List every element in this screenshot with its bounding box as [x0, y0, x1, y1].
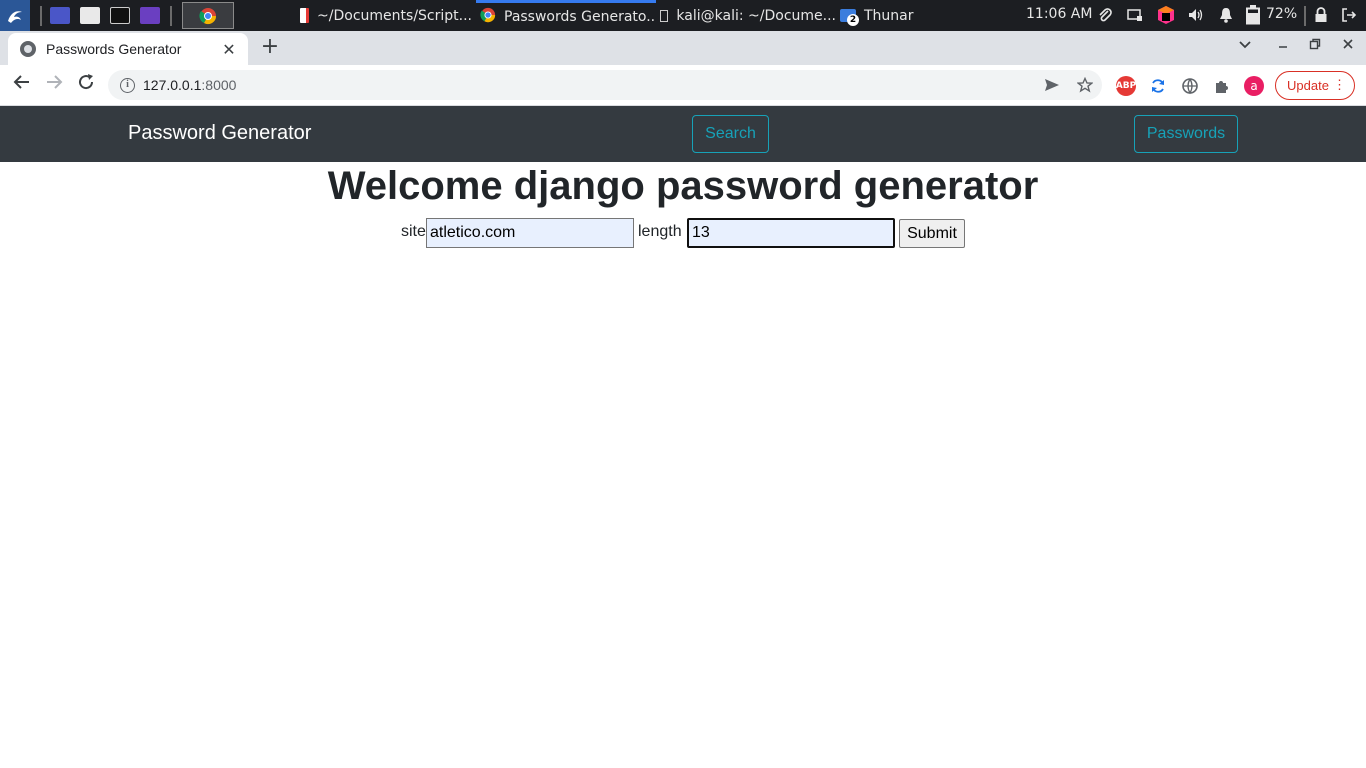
tab-title: Passwords Generator: [46, 41, 182, 57]
os-taskbar: ~/Documents/Script... Passwords Generato…: [0, 0, 1366, 31]
restore-window-icon[interactable]: [1303, 37, 1327, 59]
kebab-menu-icon[interactable]: ⋮: [1333, 77, 1346, 93]
url-host: 127.0.0.1: [143, 77, 202, 93]
screen-recorder-icon[interactable]: [140, 7, 160, 24]
browser-tab-strip: Passwords Generator ✕ +: [0, 31, 1366, 65]
site-info-icon[interactable]: i: [120, 77, 135, 93]
vpn-globe-extension-icon[interactable]: [1180, 76, 1200, 96]
taskbar-window-label: ~/Documents/Script...: [317, 7, 472, 24]
logout-icon[interactable]: [1341, 7, 1357, 23]
site-input[interactable]: atletico.com: [426, 218, 634, 248]
length-label: length: [638, 223, 682, 240]
show-desktop-icon[interactable]: [50, 7, 70, 24]
back-arrow-icon[interactable]: [9, 73, 35, 97]
taskbar-window-editor[interactable]: ~/Documents/Script...: [296, 0, 472, 31]
battery-icon[interactable]: [1244, 5, 1262, 25]
address-bar[interactable]: i 127.0.0.1:8000: [108, 70, 1102, 100]
terminal-icon[interactable]: [110, 7, 130, 24]
window-count-badge: 2: [847, 14, 859, 26]
lock-icon[interactable]: [1313, 7, 1329, 23]
globe-favicon-icon: [20, 41, 36, 57]
browser-toolbar: i 127.0.0.1:8000 ABP a Update ⋮: [0, 65, 1366, 106]
close-window-icon[interactable]: [1336, 37, 1360, 59]
chrome-launcher-icon[interactable]: [182, 2, 234, 29]
update-label: Update: [1287, 78, 1329, 93]
page-title: Welcome django password generator: [327, 164, 1039, 208]
battery-percent: 72%: [1266, 6, 1298, 22]
file-manager-icon[interactable]: [80, 7, 100, 24]
clock[interactable]: 11:06 AM: [1026, 6, 1092, 22]
tab-close-icon[interactable]: ✕: [220, 40, 238, 59]
tab-search-chevron-icon[interactable]: [1233, 37, 1257, 59]
taskbar-window-label: kali@kali: ~/Docume...: [676, 7, 836, 24]
tab-passwords-generator[interactable]: Passwords Generator ✕: [8, 33, 248, 65]
text-editor-icon: [300, 8, 310, 23]
jetbrains-toolbox-icon[interactable]: [1156, 5, 1176, 25]
chrome-icon: [480, 7, 496, 27]
navbar-brand[interactable]: Password Generator: [128, 122, 311, 145]
terminal-icon: [660, 9, 669, 22]
passwords-button[interactable]: Passwords: [1134, 115, 1238, 153]
volume-icon[interactable]: [1188, 7, 1204, 23]
taskbar-window-label: Thunar: [864, 7, 914, 24]
taskbar-window-label: Passwords Generato...: [504, 9, 656, 25]
adblock-plus-icon[interactable]: ABP: [1116, 76, 1136, 96]
taskbar-separator: [40, 6, 42, 26]
forward-arrow-icon[interactable]: [41, 73, 67, 97]
bookmark-star-icon[interactable]: [1073, 70, 1097, 100]
submit-button[interactable]: Submit: [899, 219, 965, 248]
length-input[interactable]: 13: [687, 218, 895, 248]
site-label: site: [401, 223, 426, 240]
url-port: :8000: [201, 77, 237, 93]
minimize-window-icon[interactable]: [1271, 37, 1295, 59]
sync-extension-icon[interactable]: [1148, 76, 1168, 96]
site-navbar: Password Generator Search Passwords: [0, 106, 1366, 162]
folder-icon: 2: [840, 9, 859, 26]
profile-avatar[interactable]: a: [1244, 76, 1264, 96]
update-chrome-button[interactable]: Update ⋮: [1275, 71, 1355, 100]
notifications-bell-icon[interactable]: [1218, 7, 1234, 23]
reload-icon[interactable]: [73, 73, 99, 97]
search-button[interactable]: Search: [692, 115, 769, 153]
taskbar-separator: [1304, 6, 1306, 26]
paperclip-icon[interactable]: [1097, 7, 1113, 23]
taskbar-window-chrome[interactable]: Passwords Generato...: [476, 0, 656, 31]
taskbar-separator: [170, 6, 172, 26]
taskbar-window-thunar[interactable]: 2 Thunar: [836, 0, 956, 31]
kali-menu-icon[interactable]: [0, 0, 30, 31]
taskbar-window-terminal[interactable]: kali@kali: ~/Docume...: [656, 0, 836, 31]
screen-share-icon[interactable]: [1127, 7, 1143, 23]
send-tab-icon[interactable]: [1040, 70, 1064, 100]
new-tab-button[interactable]: +: [258, 36, 282, 60]
extensions-puzzle-icon[interactable]: [1212, 76, 1232, 96]
